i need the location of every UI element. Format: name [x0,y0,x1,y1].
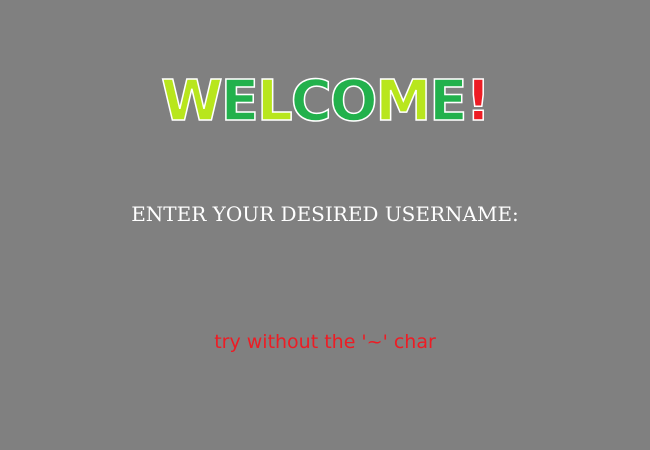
welcome-letter: E [428,68,468,135]
welcome-letter: M [375,68,432,135]
username-prompt: ENTER YOUR DESIRED USERNAME: [131,202,519,226]
welcome-letter: O [329,68,378,135]
welcome-letter: E [220,68,260,135]
hint-message: try without the '~' char [214,331,436,353]
welcome-letter: ! [465,68,492,135]
welcome-screen: WELCOME! ENTER YOUR DESIRED USERNAME: tr… [0,0,650,450]
welcome-letter: L [256,68,293,135]
welcome-letter: C [290,68,333,135]
welcome-letter: W [160,68,223,135]
welcome-title: WELCOME! [0,68,650,136]
username-input[interactable] [150,240,504,292]
